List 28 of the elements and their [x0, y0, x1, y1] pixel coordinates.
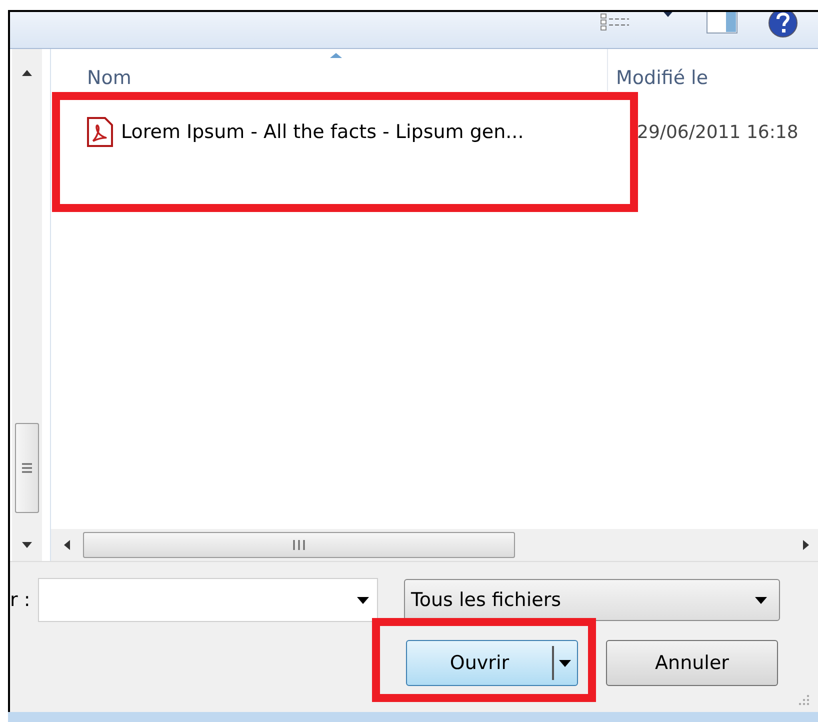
resize-grip-icon[interactable]: [798, 694, 810, 706]
vertical-scrollbar[interactable]: [12, 49, 42, 561]
cancel-button[interactable]: Annuler: [606, 640, 778, 686]
pdf-file-icon: [87, 117, 113, 147]
scroll-down-icon[interactable]: [21, 541, 33, 549]
sort-arrow-icon: [329, 52, 343, 59]
open-button[interactable]: Ouvrir: [406, 640, 578, 686]
scroll-thumb[interactable]: [83, 532, 515, 558]
column-header[interactable]: Nom: [51, 49, 608, 91]
column-header[interactable]: Modifié le: [608, 49, 708, 91]
scroll-up-icon[interactable]: [21, 69, 33, 77]
scroll-right-icon[interactable]: [802, 539, 810, 551]
dropdown-arrow-icon: [755, 596, 767, 604]
file-type-dropdown[interactable]: Tous les fichiers: [404, 579, 780, 621]
file-name-label: r :: [10, 589, 32, 611]
scroll-thumb[interactable]: [15, 423, 39, 513]
file-name[interactable]: Lorem Ipsum - All the facts - Lipsum gen...: [121, 121, 524, 143]
help-icon[interactable]: [768, 12, 798, 38]
horizontal-scrollbar[interactable]: [51, 529, 818, 561]
preview-pane-icon[interactable]: [706, 12, 738, 34]
grip-icon: [293, 540, 305, 550]
scroll-left-icon[interactable]: [63, 539, 71, 551]
view-list-icon[interactable]: [600, 13, 630, 31]
modified-date: 29/06/2011 16:18: [637, 122, 798, 142]
dropdown-arrow-icon[interactable]: [357, 596, 369, 604]
grip-icon: [22, 463, 32, 473]
dropdown-arrow-icon[interactable]: [559, 660, 571, 666]
file-name-field[interactable]: [38, 578, 378, 622]
